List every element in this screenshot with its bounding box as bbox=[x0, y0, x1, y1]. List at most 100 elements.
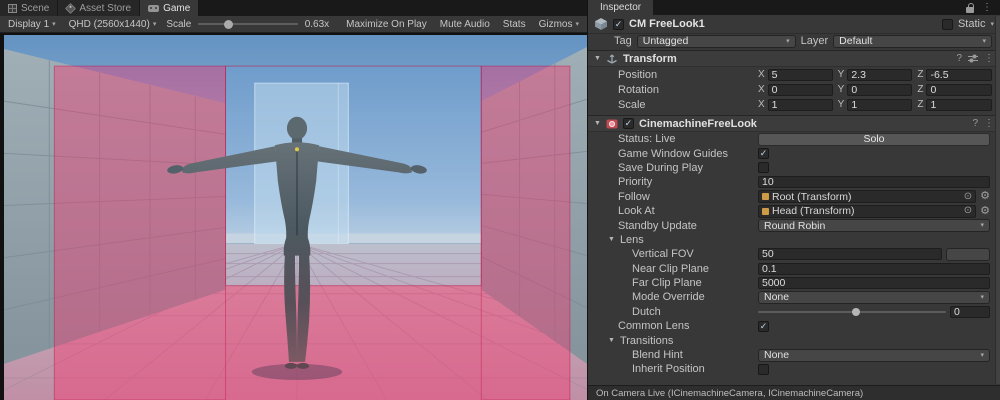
vertical-fov-label: Vertical FOV bbox=[632, 248, 754, 260]
blend-hint-value: None bbox=[764, 349, 789, 361]
transform-icon bbox=[606, 53, 618, 65]
position-z-field[interactable]: -6.5 bbox=[926, 69, 992, 81]
menu-icon[interactable]: ⋮ bbox=[984, 119, 994, 129]
look-at-object-field[interactable]: Head (Transform) ⊙ bbox=[758, 205, 976, 218]
dutch-field[interactable]: 0 bbox=[950, 306, 990, 318]
dutch-slider-knob[interactable] bbox=[852, 308, 860, 316]
scale-x-field[interactable]: 1 bbox=[768, 99, 833, 111]
inherit-position-label: Inherit Position bbox=[632, 363, 754, 375]
common-lens-row: Common Lens ✓ bbox=[588, 319, 1000, 333]
stats-button[interactable]: Stats bbox=[500, 16, 529, 32]
rotation-x-value: 0 bbox=[772, 84, 778, 96]
check-icon: ✓ bbox=[615, 20, 623, 29]
help-icon[interactable]: ? bbox=[956, 53, 962, 64]
priority-field[interactable]: 10 bbox=[758, 176, 990, 188]
scale-slider-knob[interactable] bbox=[224, 20, 233, 29]
foldout-icon[interactable]: ▼ bbox=[594, 55, 601, 62]
standby-update-dropdown[interactable]: Round Robin ▾ bbox=[758, 219, 990, 232]
standby-update-value: Round Robin bbox=[764, 220, 825, 232]
rotation-y-field[interactable]: 0 bbox=[847, 84, 912, 96]
position-x-field[interactable]: 5 bbox=[768, 69, 833, 81]
far-clip-field[interactable]: 5000 bbox=[758, 277, 990, 289]
gear-icon[interactable]: ⚙ bbox=[980, 191, 990, 202]
position-label: Position bbox=[618, 69, 754, 81]
lock-icon[interactable] bbox=[966, 7, 974, 13]
lens-foldout[interactable]: ▼ Lens bbox=[588, 233, 1000, 247]
cinemachine-freelook-header[interactable]: ▼ ✓ CinemachineFreeLook ? ⋮ bbox=[588, 115, 1000, 132]
common-lens-label: Common Lens bbox=[618, 320, 754, 332]
follow-row: Follow Root (Transform) ⊙ ⚙ bbox=[588, 190, 1000, 204]
tab-scene[interactable]: Scene bbox=[0, 0, 58, 16]
gameobject-name[interactable]: CM FreeLook1 bbox=[629, 18, 937, 30]
common-lens-checkbox[interactable]: ✓ bbox=[758, 321, 769, 332]
display-dropdown[interactable]: Display 1 ▾ bbox=[5, 16, 59, 32]
resolution-dropdown-label: QHD (2560x1440) bbox=[69, 19, 150, 30]
axis-y-label: Y bbox=[838, 69, 845, 80]
menu-icon[interactable]: ⋮ bbox=[984, 54, 994, 64]
component-enabled-checkbox[interactable]: ✓ bbox=[623, 118, 634, 129]
game-window-guides-checkbox[interactable]: ✓ bbox=[758, 148, 769, 159]
object-picker-icon[interactable]: ⊙ bbox=[964, 192, 972, 202]
gizmos-label: Gizmos bbox=[539, 19, 573, 30]
cinemachine-guides bbox=[54, 66, 570, 400]
head-target-marker bbox=[295, 147, 299, 151]
mute-audio-button[interactable]: Mute Audio bbox=[437, 16, 493, 32]
inherit-position-checkbox[interactable]: ✓ bbox=[758, 364, 769, 375]
near-clip-field[interactable]: 0.1 bbox=[758, 263, 990, 275]
rotation-x-field[interactable]: 0 bbox=[768, 84, 833, 96]
position-row: Position X5 Y2.3 Z-6.5 bbox=[588, 67, 1000, 82]
save-during-play-checkbox[interactable]: ✓ bbox=[758, 162, 769, 173]
transform-header[interactable]: ▼ Transform ? ⋮ bbox=[588, 50, 1000, 67]
menu-icon[interactable]: ⋮ bbox=[982, 3, 992, 13]
game-viewport[interactable] bbox=[0, 33, 587, 400]
status-label: Status: Live bbox=[618, 133, 754, 145]
scale-z-field[interactable]: 1 bbox=[926, 99, 992, 111]
static-checkbox[interactable]: ✓ bbox=[942, 19, 953, 30]
chevron-down-icon: ▾ bbox=[982, 38, 986, 45]
maximize-on-play-button[interactable]: Maximize On Play bbox=[343, 16, 430, 32]
chevron-down-icon: ▾ bbox=[575, 21, 579, 28]
gear-icon[interactable]: ⚙ bbox=[980, 206, 990, 217]
tag-dropdown[interactable]: Untagged ▾ bbox=[637, 35, 796, 48]
tab-asset-store[interactable]: Asset Store bbox=[58, 0, 140, 16]
rotation-z-field[interactable]: 0 bbox=[926, 84, 992, 96]
transitions-title: Transitions bbox=[620, 335, 673, 347]
object-picker-icon[interactable]: ⊙ bbox=[964, 206, 972, 216]
blend-hint-dropdown[interactable]: None ▾ bbox=[758, 349, 990, 362]
solo-button[interactable]: Solo bbox=[758, 133, 990, 146]
tab-inspector[interactable]: Inspector bbox=[588, 0, 653, 15]
fov-preset-button[interactable] bbox=[946, 248, 990, 261]
tab-game[interactable]: Game bbox=[140, 0, 199, 16]
resolution-dropdown[interactable]: QHD (2560x1440) ▾ bbox=[66, 16, 160, 32]
dutch-slider[interactable] bbox=[758, 311, 946, 313]
scale-slider[interactable] bbox=[198, 23, 297, 25]
dutch-value: 0 bbox=[954, 306, 960, 318]
mode-override-dropdown[interactable]: None ▾ bbox=[758, 291, 990, 304]
stats-label: Stats bbox=[503, 19, 526, 30]
follow-label: Follow bbox=[618, 191, 754, 203]
vertical-fov-field[interactable]: 50 bbox=[758, 248, 942, 260]
gizmos-dropdown[interactable]: Gizmos ▾ bbox=[536, 16, 582, 32]
static-dropdown-arrow[interactable]: ▾ bbox=[990, 21, 994, 28]
inspector-panel: Inspector ⋮ ✓ CM FreeLook1 ✓ Static ▾ Ta… bbox=[587, 0, 1000, 400]
camera-live-status-bar: On Camera Live (ICinemachineCamera, ICin… bbox=[588, 385, 1000, 400]
position-y-field[interactable]: 2.3 bbox=[847, 69, 912, 81]
far-clip-row: Far Clip Plane 5000 bbox=[588, 276, 1000, 290]
layer-dropdown[interactable]: Default ▾ bbox=[833, 35, 992, 48]
blend-hint-row: Blend Hint None ▾ bbox=[588, 348, 1000, 362]
unity-editor-window: Scene Asset Store Game Display 1 ▾ QHD (… bbox=[0, 0, 1000, 400]
mode-override-label: Mode Override bbox=[632, 291, 754, 303]
scale-y-field[interactable]: 1 bbox=[847, 99, 912, 111]
follow-object-field[interactable]: Root (Transform) ⊙ bbox=[758, 190, 976, 203]
blend-hint-label: Blend Hint bbox=[632, 349, 754, 361]
transitions-foldout[interactable]: ▼ Transitions bbox=[588, 333, 1000, 347]
preset-icon[interactable] bbox=[968, 54, 978, 63]
active-checkbox[interactable]: ✓ bbox=[613, 19, 624, 30]
maximize-on-play-label: Maximize On Play bbox=[346, 19, 427, 30]
help-icon[interactable]: ? bbox=[972, 118, 978, 129]
tag-layer-row: Tag Untagged ▾ Layer Default ▾ bbox=[588, 34, 1000, 50]
near-clip-label: Near Clip Plane bbox=[632, 263, 754, 275]
inspector-scrollbar[interactable] bbox=[995, 16, 1000, 384]
foldout-icon[interactable]: ▼ bbox=[594, 120, 601, 127]
save-during-play-label: Save During Play bbox=[618, 162, 754, 174]
